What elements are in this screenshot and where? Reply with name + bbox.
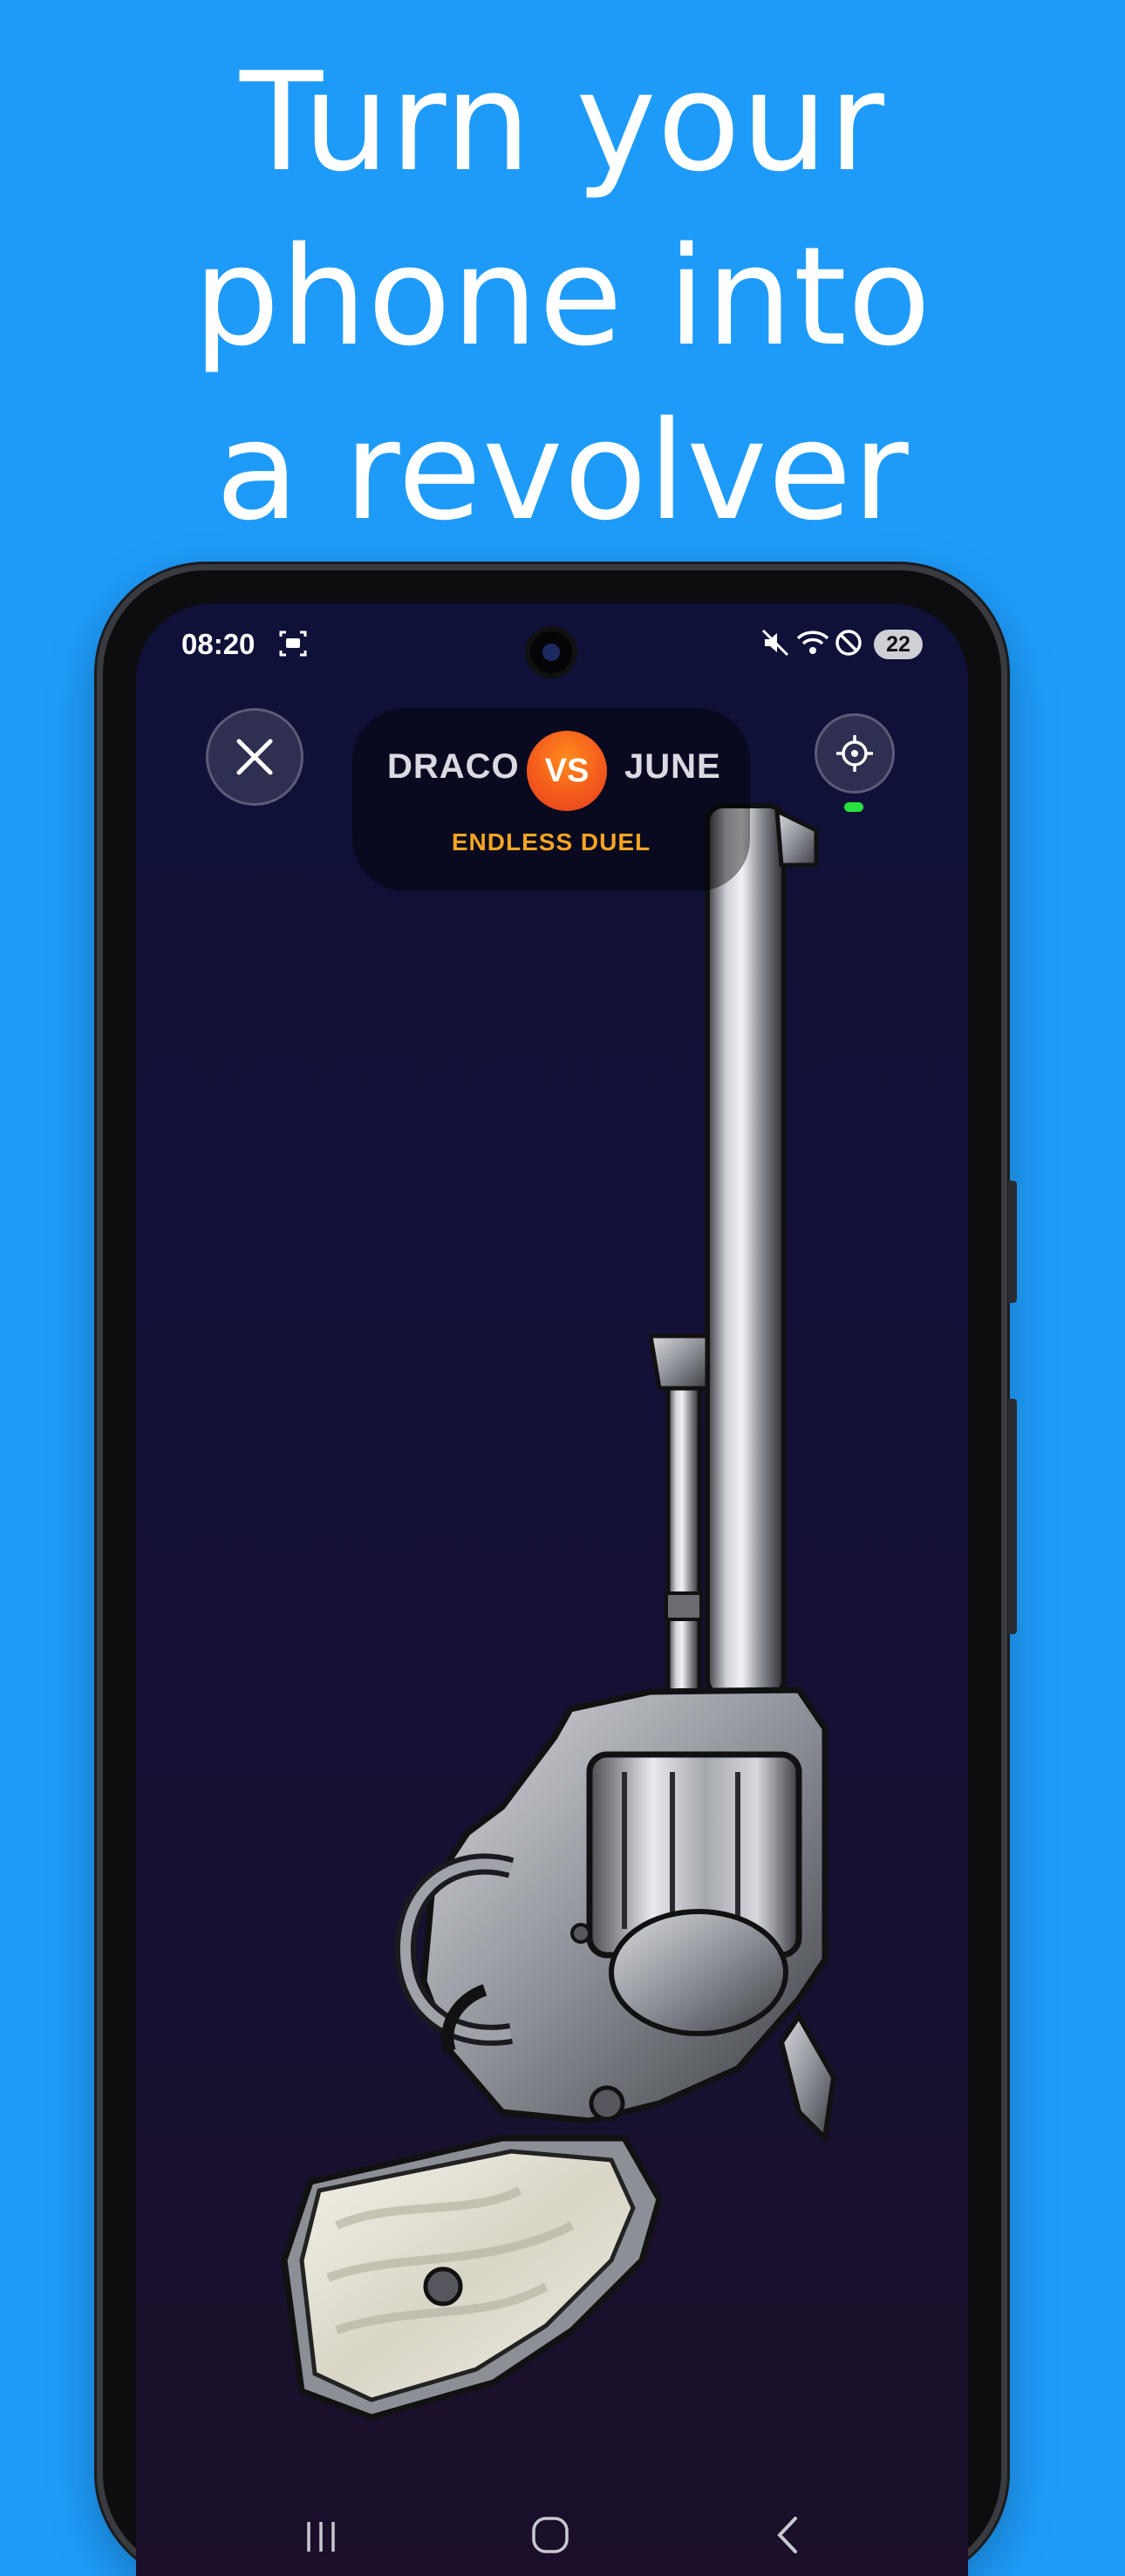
revolver-image[interactable] [136,603,968,2576]
mute-icon [761,629,789,657]
status-bar: 08:20 22 [136,603,968,691]
headline-line-2: phone into [193,217,932,376]
vs-badge: VS [527,731,607,811]
recent-apps-icon[interactable] [302,2518,340,2555]
phone-frame: 08:20 22 DRACO VS JUNE ENDLESS DUEL [103,570,1017,2576]
player-right-name: JUNE [624,747,721,786]
home-icon[interactable] [530,2515,570,2555]
status-indicator [844,802,863,812]
game-mode-label: ENDLESS DUEL [451,828,651,855]
close-button[interactable] [206,708,303,806]
headline-line-1: Turn your [239,43,886,201]
headline-line-3: a revolver [215,392,910,550]
battery-icon: 22 [874,630,923,659]
volume-button [1008,1181,1017,1303]
crosshair-icon [836,735,873,772]
navigation-bar [136,2480,968,2576]
do-not-disturb-icon [835,630,862,656]
headline: Turn your phone into a revolver [0,35,1125,558]
back-icon[interactable] [771,2515,806,2555]
player-left-name: DRACO [387,747,520,786]
power-button [1008,1399,1017,1634]
crosshair-button[interactable] [815,713,895,794]
close-icon [236,739,273,775]
front-camera [525,626,577,678]
duel-panel: DRACO VS JUNE ENDLESS DUEL [352,708,750,891]
status-time: 08:20 [181,628,256,660]
phone-screen: 08:20 22 DRACO VS JUNE ENDLESS DUEL [136,603,968,2576]
screenshot-icon [279,630,307,657]
wifi-icon [796,630,829,654]
